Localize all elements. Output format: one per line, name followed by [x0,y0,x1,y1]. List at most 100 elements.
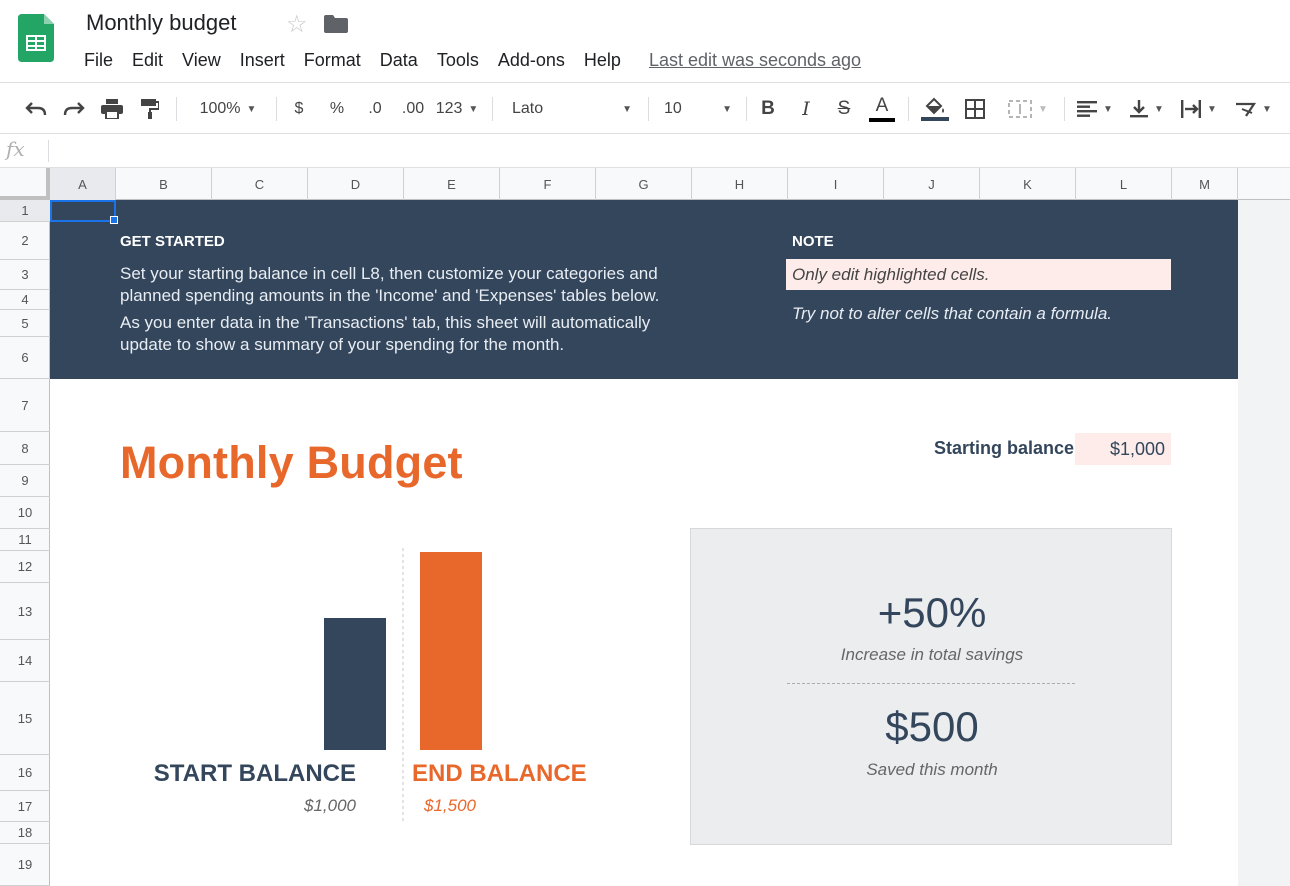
menu-format[interactable]: Format [304,50,361,71]
menu-add-ons[interactable]: Add-ons [498,50,565,71]
column-header-e[interactable]: E [404,168,500,200]
text-rotation-icon[interactable]: ▼ [1228,83,1278,135]
more-formats-label: 123 [435,100,463,117]
column-header-l[interactable]: L [1076,168,1172,200]
percent-format-button[interactable]: % [322,83,352,135]
column-header-d[interactable]: D [308,168,404,200]
document-title[interactable]: Monthly budget [86,10,236,36]
row-header-2[interactable]: 2 [0,222,50,260]
fill-handle[interactable] [110,216,118,224]
row-header-11[interactable]: 11 [0,529,50,551]
toolbar-separator [908,97,909,121]
decrease-decimals-button[interactable]: .0 [358,83,392,135]
text-wrapping-icon[interactable]: ▼ [1176,83,1222,135]
row-header-15[interactable]: 15 [0,682,50,755]
paint-bucket-icon [925,97,944,115]
column-header-g[interactable]: G [596,168,692,200]
column-header-f[interactable]: F [500,168,596,200]
chevron-down-icon: ▼ [1262,103,1272,115]
chevron-down-icon: ▼ [1103,103,1113,115]
bold-button[interactable]: B [754,83,782,135]
sheets-logo-icon[interactable] [18,14,54,62]
chart-category-label: START BALANCE [153,760,356,787]
column-header-b[interactable]: B [116,168,212,200]
chevron-down-icon: ▼ [468,103,479,115]
row-header-9[interactable]: 9 [0,465,50,497]
column-header-c[interactable]: C [212,168,308,200]
font-family-value: Lato [512,100,544,117]
select-all-corner[interactable] [0,168,50,200]
undo-icon[interactable] [20,83,52,135]
formula-input[interactable] [52,136,1282,166]
chart-bar-end-balance [420,552,482,750]
row-header-8[interactable]: 8 [0,432,50,465]
currency-format-button[interactable]: $ [284,83,314,135]
menu-view[interactable]: View [182,50,221,71]
row-header-10[interactable]: 10 [0,497,50,529]
fill-color-swatch [921,117,949,121]
row-header-6[interactable]: 6 [0,337,50,379]
column-header-m[interactable]: M [1172,168,1238,200]
row-header-1[interactable]: 1 [0,200,50,222]
zoom-select[interactable]: 100% ▼ [186,83,270,135]
horizontal-align-icon[interactable]: ▼ [1072,83,1118,135]
sheet-area[interactable]: GET STARTED Set your starting balance in… [50,200,1238,886]
row-header-12[interactable]: 12 [0,551,50,583]
toolbar-separator [648,97,649,121]
get-started-heading: GET STARTED [120,233,225,250]
folder-icon[interactable] [324,15,348,33]
fill-color-button[interactable] [918,83,952,135]
row-header-16[interactable]: 16 [0,755,50,791]
borders-icon[interactable] [960,83,990,135]
row-header-18[interactable]: 18 [0,822,50,844]
note-line: Try not to alter cells that contain a fo… [792,304,1112,323]
increase-decimals-button[interactable]: .00 [396,83,430,135]
italic-button[interactable]: I [792,83,820,135]
column-header-k[interactable]: K [980,168,1076,200]
column-header-a[interactable]: A [50,168,116,200]
chevron-down-icon: ▼ [722,103,732,115]
summary-card: +50% Increase in total savings $500 Save… [690,528,1172,845]
formula-bar-separator [48,140,49,162]
column-header-j[interactable]: J [884,168,980,200]
column-header-i[interactable]: I [788,168,884,200]
selected-cell-a1[interactable] [50,200,116,222]
menu-insert[interactable]: Insert [240,50,285,71]
row-header-5[interactable]: 5 [0,310,50,337]
note-highlighted-cell[interactable]: Only edit highlighted cells. [786,259,1171,290]
font-family-select[interactable]: Lato ▼ [504,83,640,135]
strikethrough-button[interactable]: S [830,83,858,135]
menu-help[interactable]: Help [584,50,621,71]
last-edit-link[interactable]: Last edit was seconds ago [649,50,861,71]
menu-file[interactable]: File [84,50,113,71]
row-header-19[interactable]: 19 [0,844,50,886]
menu-tools[interactable]: Tools [437,50,479,71]
font-size-select[interactable]: 10 ▼ [656,83,740,135]
print-icon[interactable] [96,83,128,135]
column-header-h[interactable]: H [692,168,788,200]
chevron-down-icon: ▼ [246,103,257,115]
menu-data[interactable]: Data [380,50,418,71]
star-icon[interactable]: ☆ [286,10,308,39]
row-header-7[interactable]: 7 [0,379,50,432]
row-header-17[interactable]: 17 [0,791,50,822]
row-header-14[interactable]: 14 [0,640,50,682]
row-header-3[interactable]: 3 [0,260,50,290]
text-color-label: A [875,95,889,116]
more-formats-button[interactable]: 123 ▼ [434,83,480,135]
saved-amount-caption: Saved this month [866,760,998,779]
starting-balance-input[interactable]: $1,000 [1075,433,1171,465]
row-header-13[interactable]: 13 [0,583,50,640]
title-bar: Monthly budget ☆ File Edit View Insert F… [0,0,1290,82]
chevron-down-icon: ▼ [1207,103,1217,115]
text-color-swatch [869,118,895,122]
paint-format-icon[interactable] [134,83,166,135]
note-heading: NOTE [792,233,834,250]
menu-edit[interactable]: Edit [132,50,163,71]
text-color-button[interactable]: A [866,83,898,135]
toolbar-separator [746,97,747,121]
vertical-align-icon[interactable]: ▼ [1124,83,1170,135]
redo-icon[interactable] [58,83,90,135]
row-header-4[interactable]: 4 [0,290,50,310]
merge-cells-icon[interactable]: ▼ [998,83,1058,135]
